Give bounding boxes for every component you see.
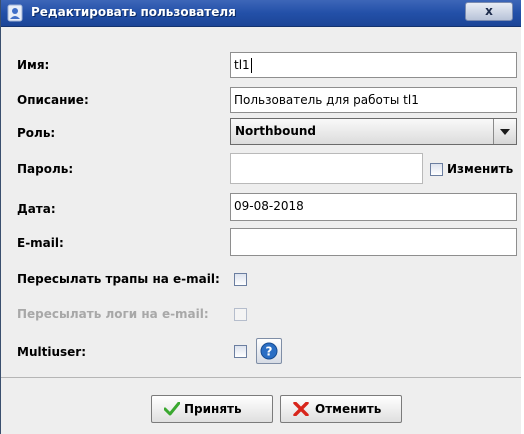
role-value: Northbound	[235, 124, 316, 138]
forward-logs-label: Пересылать логи на e-mail:	[17, 307, 209, 321]
accept-button[interactable]: Принять	[151, 395, 273, 423]
title-bar[interactable]: Редактировать пользователя x	[1, 0, 521, 27]
text-caret	[250, 58, 252, 73]
name-label: Имя:	[17, 58, 50, 72]
chevron-down-icon[interactable]	[493, 119, 516, 144]
date-label: Дата:	[17, 202, 56, 216]
window-title: Редактировать пользователя	[31, 5, 236, 19]
change-password-checkbox[interactable]	[430, 163, 443, 176]
forward-logs-checkbox	[234, 308, 247, 321]
multiuser-label: Multiuser:	[17, 345, 86, 359]
svg-text:?: ?	[266, 345, 273, 359]
email-field[interactable]	[230, 228, 517, 256]
description-label: Описание:	[17, 93, 89, 107]
multiuser-checkbox[interactable]	[234, 345, 247, 358]
description-field[interactable]: Пользователь для работы tl1	[230, 87, 517, 113]
checkmark-icon	[163, 401, 181, 419]
role-select[interactable]: Northbound	[230, 118, 517, 145]
question-mark-icon: ?	[257, 342, 281, 366]
password-label: Пароль:	[17, 162, 74, 176]
date-field[interactable]: 09-08-2018	[230, 193, 517, 221]
edit-user-dialog: Редактировать пользователя x Имя: tl1 Оп…	[0, 0, 521, 434]
button-bar-separator	[1, 377, 521, 378]
role-label: Роль:	[17, 126, 56, 140]
forward-traps-label: Пересылать трапы на e-mail:	[17, 272, 220, 286]
red-x-icon	[293, 401, 309, 419]
name-field[interactable]: tl1	[230, 52, 517, 78]
change-password-label[interactable]: Изменить	[447, 162, 513, 176]
close-button[interactable]: x	[465, 2, 513, 21]
name-value: tl1	[234, 58, 250, 72]
password-field[interactable]	[230, 153, 423, 184]
user-icon	[7, 4, 23, 25]
cancel-button[interactable]: Отменить	[280, 395, 402, 423]
help-button[interactable]: ?	[256, 338, 282, 364]
forward-traps-checkbox[interactable]	[234, 273, 247, 286]
email-label: E-mail:	[17, 236, 64, 250]
cancel-button-label: Отменить	[315, 402, 382, 416]
accept-button-label: Принять	[184, 402, 242, 416]
